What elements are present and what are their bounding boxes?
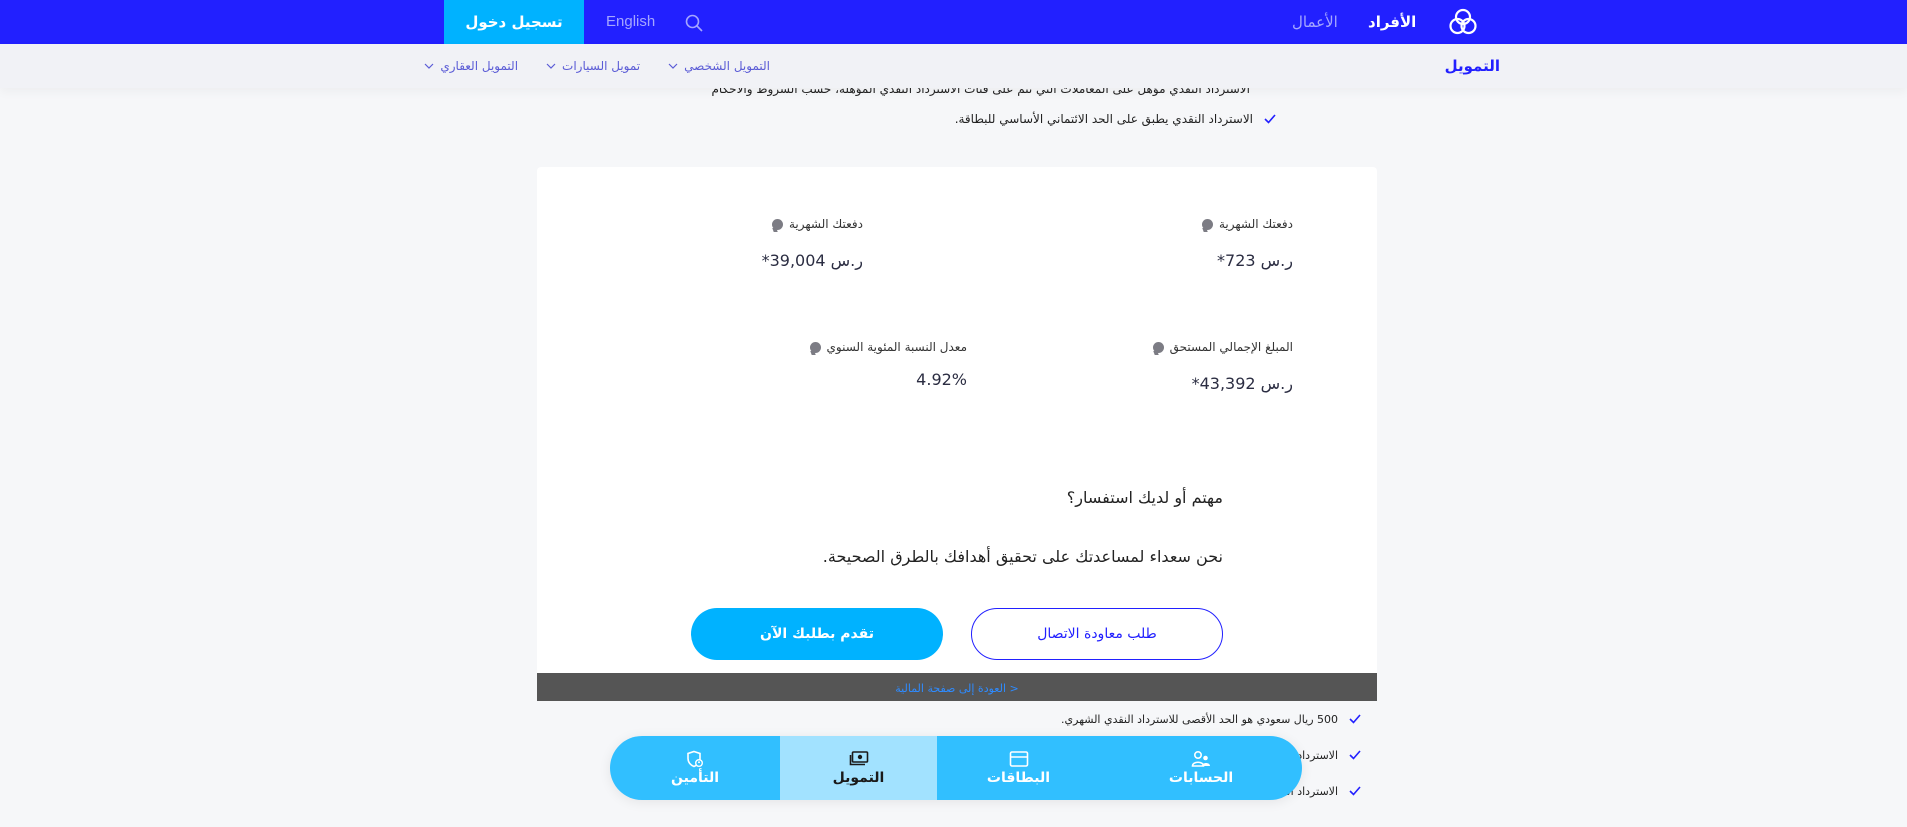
chevron-down-icon — [424, 63, 434, 69]
chevron-down-icon — [668, 63, 678, 69]
metric-value: ر.س 723* — [1217, 251, 1293, 270]
metric-value: 4.92% — [916, 370, 967, 389]
accounts-icon — [1191, 750, 1210, 767]
bottom-nav-label: التمويل — [832, 770, 885, 786]
metric-label: معدل النسبة المئوية السنوي — [826, 340, 967, 354]
metric-monthly-payment-2: دفعتك الشهرية ر.س 39,004* — [762, 217, 863, 270]
info-icon[interactable] — [809, 341, 821, 353]
bottom-nav-finance[interactable]: التمويل — [780, 736, 937, 800]
subnav-item-auto[interactable]: تمويل السيارات — [546, 59, 640, 73]
finance-icon — [849, 751, 868, 766]
nav-business[interactable]: الأعمال — [1292, 0, 1338, 44]
login-button[interactable]: تسجيل دخول — [444, 0, 584, 44]
metric-total-amount-due: المبلغ الإجمالي المستحق ر.س 43,392* — [1152, 340, 1293, 393]
subnav-items: التمويل العقاري تمويل السيارات التمويل ا… — [424, 44, 770, 88]
checkmark-icon — [1349, 714, 1361, 724]
card-icon — [1009, 751, 1028, 767]
back-to-finance-bar: العودة إلى صفحة المالية > — [537, 673, 1377, 701]
info-icon[interactable] — [1201, 218, 1213, 230]
metric-label: دفعتك الشهرية — [1218, 217, 1293, 231]
apply-now-button[interactable]: تقدم بطلبك الآن — [691, 608, 943, 660]
bottom-floating-nav: الحسابات البطاقات التمويل التأمين — [610, 736, 1302, 800]
chevron-down-icon — [546, 63, 556, 69]
finance-calculator-result-card: دفعتك الشهرية ر.س 723* دفعتك الشهرية ر.س… — [537, 167, 1377, 673]
subnav-item-label: التمويل العقاري — [440, 59, 519, 73]
metric-value: ر.س 39,004* — [761, 251, 863, 270]
language-switch-link[interactable]: English — [606, 0, 655, 44]
info-icon[interactable] — [771, 218, 783, 230]
subnav-title-finance[interactable]: التمويل — [1410, 44, 1500, 88]
metric-label: دفعتك الشهرية — [788, 217, 863, 231]
info-icon[interactable] — [1152, 341, 1164, 353]
subnav-item-mortgage[interactable]: التمويل العقاري — [424, 59, 518, 73]
bank-logo-icon[interactable] — [1448, 7, 1478, 37]
insurance-icon — [687, 750, 703, 768]
bottom-nav-accounts[interactable]: الحسابات — [1100, 736, 1302, 800]
bullet-item: 500 ريال سعودي هو الحد الأقصى للاسترداد … — [1061, 712, 1362, 726]
back-to-finance-link[interactable]: العودة إلى صفحة المالية > — [895, 682, 1018, 695]
nav-individuals[interactable]: الأفراد — [1368, 0, 1416, 44]
checkmark-icon — [1349, 750, 1361, 760]
subnav-item-personal[interactable]: التمويل الشخصي — [668, 59, 770, 73]
bottom-nav-insurance[interactable]: التأمين — [610, 736, 780, 800]
bottom-nav-cards[interactable]: البطاقات — [937, 736, 1100, 800]
bullet-text: 500 ريال سعودي هو الحد الأقصى للاسترداد … — [1061, 712, 1338, 726]
bottom-nav-label: الحسابات — [1168, 770, 1234, 786]
checkmark-icon — [1264, 114, 1276, 124]
checkmark-icon — [1349, 786, 1361, 796]
request-callback-button[interactable]: طلب معاودة الاتصال — [971, 608, 1223, 660]
top-navigation-bar: الأفراد الأعمال تسجيل دخول English — [0, 0, 1907, 44]
finance-subnav: التمويل التمويل العقاري تمويل السيارات ا… — [0, 44, 1907, 88]
subnav-item-label: التمويل الشخصي — [684, 59, 770, 73]
metric-monthly-payment: دفعتك الشهرية ر.س 723* — [1201, 217, 1293, 270]
bottom-nav-label: البطاقات — [986, 770, 1051, 786]
metric-apr: معدل النسبة المئوية السنوي 4.92% — [809, 340, 967, 389]
search-icon[interactable] — [684, 13, 704, 33]
cta-description: نحن سعداء لمساعدتك على تحقيق أهدافك بالط… — [822, 547, 1223, 566]
bullet-item: الاسترداد النقدي يطبق على الحد الائتماني… — [955, 112, 1277, 126]
cta-title: مهتم أو لديك استفسار؟ — [1066, 488, 1223, 507]
metric-value: ر.س 43,392* — [1191, 374, 1293, 393]
subnav-item-label: تمويل السيارات — [562, 59, 641, 73]
bottom-nav-label: التأمين — [671, 770, 720, 786]
metric-label: المبلغ الإجمالي المستحق — [1169, 340, 1293, 354]
bullet-text: الاسترداد النقدي يطبق على الحد الائتماني… — [954, 112, 1253, 126]
